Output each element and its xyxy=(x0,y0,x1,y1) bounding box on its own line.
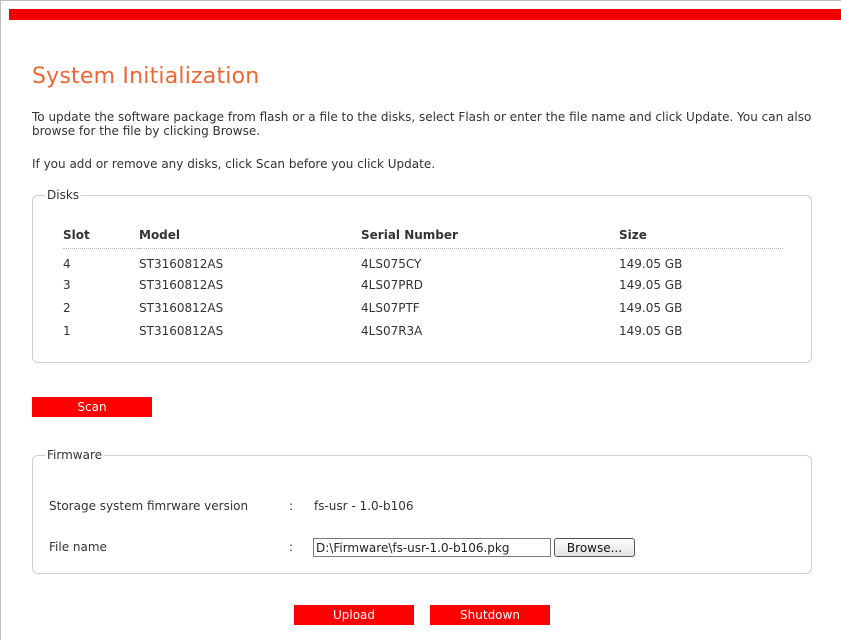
table-row: 1 ST3160812AS 4LS07R3A 149.05 GB xyxy=(63,319,783,342)
file-name-input[interactable] xyxy=(313,538,551,557)
cell-size: 149.05 GB xyxy=(619,300,683,315)
firmware-version-colon: : xyxy=(289,499,294,513)
cell-size: 149.05 GB xyxy=(619,277,683,292)
column-header-slot: Slot xyxy=(63,228,139,249)
file-name-colon: : xyxy=(289,540,294,554)
cell-slot: 1 xyxy=(63,323,71,338)
top-accent-bar xyxy=(9,9,841,20)
cell-serial-number: 4LS07R3A xyxy=(361,323,423,338)
cell-size: 149.05 GB xyxy=(619,257,683,271)
cell-serial-number: 4LS07PRD xyxy=(361,277,424,292)
cell-model: ST3160812AS xyxy=(139,277,224,292)
file-name-label: File name xyxy=(49,540,107,554)
upload-button[interactable]: Upload xyxy=(294,605,414,625)
cell-serial-number: 4LS07PTF xyxy=(361,300,420,315)
table-row: 3 ST3160812AS 4LS07PRD 149.05 GB xyxy=(63,273,783,296)
column-header-serial-number: Serial Number xyxy=(361,228,619,249)
disks-legend: Disks xyxy=(47,188,80,202)
column-header-size: Size xyxy=(619,228,783,249)
table-row: 4 ST3160812AS 4LS075CY 149.05 GB xyxy=(63,249,783,274)
page-title: System Initialization xyxy=(32,64,260,89)
disks-group: Disks Slot Model Serial Number Size 4 ST… xyxy=(32,188,812,363)
scan-instructions-text: If you add or remove any disks, click Sc… xyxy=(32,157,436,171)
column-header-model: Model xyxy=(139,228,361,249)
cell-slot: 3 xyxy=(63,277,71,292)
disks-table: Slot Model Serial Number Size 4 ST316081… xyxy=(63,228,783,342)
cell-model: ST3160812AS xyxy=(139,323,224,338)
cell-model: ST3160812AS xyxy=(139,300,224,315)
cell-serial-number: 4LS075CY xyxy=(361,257,422,271)
firmware-group: Firmware Storage system fimrware version… xyxy=(32,448,812,574)
cell-size: 149.05 GB xyxy=(619,323,683,338)
disks-header-row: Slot Model Serial Number Size xyxy=(63,228,783,249)
scan-button[interactable]: Scan xyxy=(32,397,152,417)
cell-slot: 2 xyxy=(63,300,71,315)
browse-button[interactable]: Browse... xyxy=(554,538,635,557)
firmware-version-label: Storage system fimrware version xyxy=(49,499,249,513)
shutdown-button[interactable]: Shutdown xyxy=(430,605,550,625)
firmware-legend: Firmware xyxy=(47,448,102,462)
firmware-version-value: fs-usr - 1.0-b106 xyxy=(314,499,414,513)
table-row: 2 ST3160812AS 4LS07PTF 149.05 GB xyxy=(63,296,783,319)
cell-model: ST3160812AS xyxy=(139,257,224,271)
page-frame: System Initialization To update the soft… xyxy=(0,0,841,640)
cell-slot: 4 xyxy=(63,257,71,271)
instructions-text: To update the software package from flas… xyxy=(32,110,812,138)
